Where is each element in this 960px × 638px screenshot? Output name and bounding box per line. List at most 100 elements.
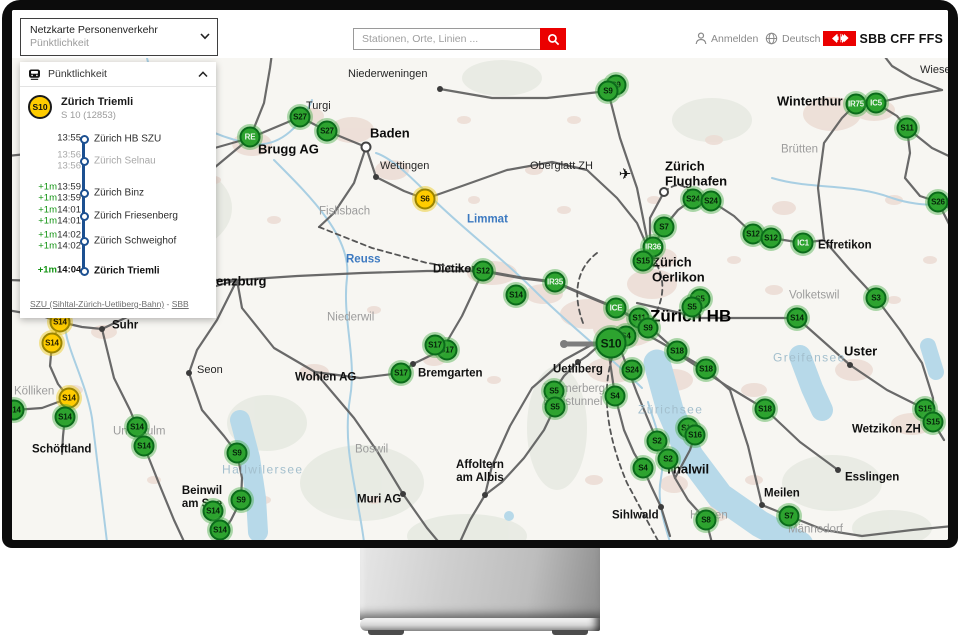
punctuality-panel: Pünktlichkeit S10 Zürich Triemli S 10 (1… bbox=[20, 62, 216, 318]
stop-time: 14:0114:01 bbox=[57, 206, 81, 227]
search-button[interactable] bbox=[540, 28, 566, 50]
search-input[interactable] bbox=[353, 28, 540, 50]
line-badge-s16[interactable]: S16 bbox=[685, 425, 706, 446]
panel-title: Pünktlichkeit bbox=[48, 68, 107, 80]
screen: Anmelden Deutsch SBB CFF FFS bbox=[12, 10, 948, 540]
line-badge-s14[interactable]: S14 bbox=[59, 388, 80, 409]
line-badge-s11[interactable]: S11 bbox=[897, 118, 918, 139]
line-badge-ice[interactable]: ICE bbox=[606, 298, 627, 319]
chevron-down-icon bbox=[200, 33, 210, 40]
line-badge-s14[interactable]: S14 bbox=[42, 333, 63, 354]
line-badge-ir35[interactable]: IR35 bbox=[545, 272, 566, 293]
monitor-stand bbox=[360, 548, 600, 620]
line-badge-s6[interactable]: S6 bbox=[415, 189, 436, 210]
sbb-logo-text: SBB CFF FFS bbox=[860, 32, 943, 46]
line-badge-s12[interactable]: S12 bbox=[473, 261, 494, 282]
selected-train: S10 Zürich Triemli S 10 (12853) bbox=[28, 95, 133, 121]
stop-delay: +1m+1m bbox=[20, 206, 57, 227]
line-badge-s26[interactable]: S26 bbox=[928, 192, 949, 213]
timeline-stop-dot bbox=[80, 237, 89, 246]
line-badge-s5[interactable]: S5 bbox=[545, 397, 566, 418]
user-icon bbox=[695, 32, 707, 45]
sbb-logo: SBB CFF FFS bbox=[823, 31, 943, 46]
line-badge-s7[interactable]: S7 bbox=[654, 217, 675, 238]
line-badge-s18[interactable]: S18 bbox=[696, 359, 717, 380]
train-icon bbox=[28, 69, 41, 80]
monitor-foot bbox=[552, 630, 588, 635]
timeline-stop-dot bbox=[80, 135, 89, 144]
layer-dropdown-subtitle: Pünktlichkeit bbox=[30, 37, 195, 50]
line-badge-s14[interactable]: S14 bbox=[55, 407, 76, 428]
line-badge-s8[interactable]: S8 bbox=[696, 510, 717, 531]
line-badge-re[interactable]: RE bbox=[240, 127, 261, 148]
stop-time: 14:0214:02 bbox=[57, 231, 81, 252]
line-badge-s24[interactable]: S24 bbox=[701, 191, 722, 212]
line-badge-s2[interactable]: S2 bbox=[658, 449, 679, 470]
line-badge-s9[interactable]: S9 bbox=[638, 318, 659, 339]
line-badge-ir75[interactable]: IR75 bbox=[846, 94, 867, 115]
train-line-badge: S10 bbox=[28, 95, 52, 119]
line-badge-s14[interactable]: S14 bbox=[134, 436, 155, 457]
line-badge-s3[interactable]: S3 bbox=[866, 288, 887, 309]
stop-time: 13:5913:59 bbox=[57, 183, 81, 204]
panel-footer: SZU (Sihltal-Zürich-Uetliberg-Bahn) - SB… bbox=[30, 299, 189, 309]
line-badge-s15[interactable]: S15 bbox=[923, 412, 944, 433]
line-badge-s7[interactable]: S7 bbox=[779, 506, 800, 527]
line-badge-s14[interactable]: S14 bbox=[127, 417, 148, 438]
line-badge-ic5[interactable]: IC5 bbox=[866, 93, 887, 114]
airplane-icon: ✈ bbox=[619, 165, 632, 183]
language-label: Deutsch bbox=[782, 33, 821, 45]
stop-row: +1m+1m14:0214:02Zürich Schweighof bbox=[20, 231, 216, 252]
line-badge-s27[interactable]: S27 bbox=[290, 107, 311, 128]
line-badge-ic1[interactable]: IC1 bbox=[793, 233, 814, 254]
map-layer-dropdown[interactable]: Netzkarte Personenverkehr Pünktlichkeit bbox=[20, 18, 218, 56]
stop-row: 13:5613:56Zürich Selnau bbox=[20, 151, 216, 172]
stop-time: 13:55 bbox=[57, 134, 81, 145]
stop-name: Zürich Binz bbox=[94, 188, 144, 199]
line-badge-s24[interactable]: S24 bbox=[622, 360, 643, 381]
line-badge-s9[interactable]: S9 bbox=[227, 443, 248, 464]
line-badge-s14[interactable]: S14 bbox=[210, 520, 231, 541]
stop-row: +1m14:04Zürich Triemli bbox=[20, 266, 216, 277]
line-badge-s17[interactable]: S17 bbox=[425, 335, 446, 356]
line-badge-s27[interactable]: S27 bbox=[317, 121, 338, 142]
search-bar bbox=[353, 28, 566, 50]
stop-delay: +1m+1m bbox=[20, 183, 57, 204]
timeline-stop-dot bbox=[80, 212, 89, 221]
line-badge-s14[interactable]: S14 bbox=[787, 308, 808, 329]
line-badge-s18[interactable]: S18 bbox=[755, 399, 776, 420]
stop-name: Zürich Friesenberg bbox=[94, 211, 178, 222]
stop-row: 13:55 Zürich HB SZU bbox=[20, 134, 216, 145]
timeline-stop-dot bbox=[80, 157, 89, 166]
stop-time: 13:5613:56 bbox=[57, 151, 81, 172]
login-label: Anmelden bbox=[711, 33, 758, 45]
stop-time: 14:04 bbox=[57, 266, 81, 277]
search-icon bbox=[547, 33, 560, 46]
panel-header[interactable]: Pünktlichkeit bbox=[20, 62, 216, 87]
globe-icon bbox=[765, 32, 778, 45]
line-badge-s17[interactable]: S17 bbox=[391, 363, 412, 384]
line-badge-s4[interactable]: S4 bbox=[633, 458, 654, 479]
operator-link[interactable]: SZU (Sihltal-Zürich-Uetliberg-Bahn) bbox=[30, 299, 164, 309]
monitor-frame: Anmelden Deutsch SBB CFF FFS bbox=[2, 0, 958, 548]
login-button[interactable]: Anmelden bbox=[695, 32, 758, 45]
line-badge-s14[interactable]: S14 bbox=[506, 285, 527, 306]
train-destination: Zürich Triemli bbox=[61, 95, 133, 108]
line-badge-s14[interactable]: S14 bbox=[203, 501, 224, 522]
stop-row: +1m+1m13:5913:59 Zürich Binz bbox=[20, 183, 216, 204]
line-badge-s9[interactable]: S9 bbox=[598, 81, 619, 102]
line-badge-s4[interactable]: S4 bbox=[605, 386, 626, 407]
chevron-up-icon bbox=[198, 71, 208, 78]
line-badge-s12[interactable]: S12 bbox=[761, 228, 782, 249]
line-badge-s15[interactable]: S15 bbox=[633, 251, 654, 272]
line-badge-s5[interactable]: S5 bbox=[682, 297, 703, 318]
line-badge-s10[interactable]: S10 bbox=[596, 328, 627, 359]
timeline-stop-dot bbox=[80, 267, 89, 276]
sbb-flag-icon bbox=[823, 31, 856, 46]
line-badge-s18[interactable]: S18 bbox=[667, 341, 688, 362]
stop-delay: +1m+1m bbox=[20, 231, 57, 252]
sbb-link[interactable]: SBB bbox=[172, 299, 189, 309]
line-badge-s9[interactable]: S9 bbox=[231, 490, 252, 511]
stop-delay: +1m bbox=[20, 266, 57, 277]
stop-name: Zürich HB SZU bbox=[94, 134, 161, 145]
